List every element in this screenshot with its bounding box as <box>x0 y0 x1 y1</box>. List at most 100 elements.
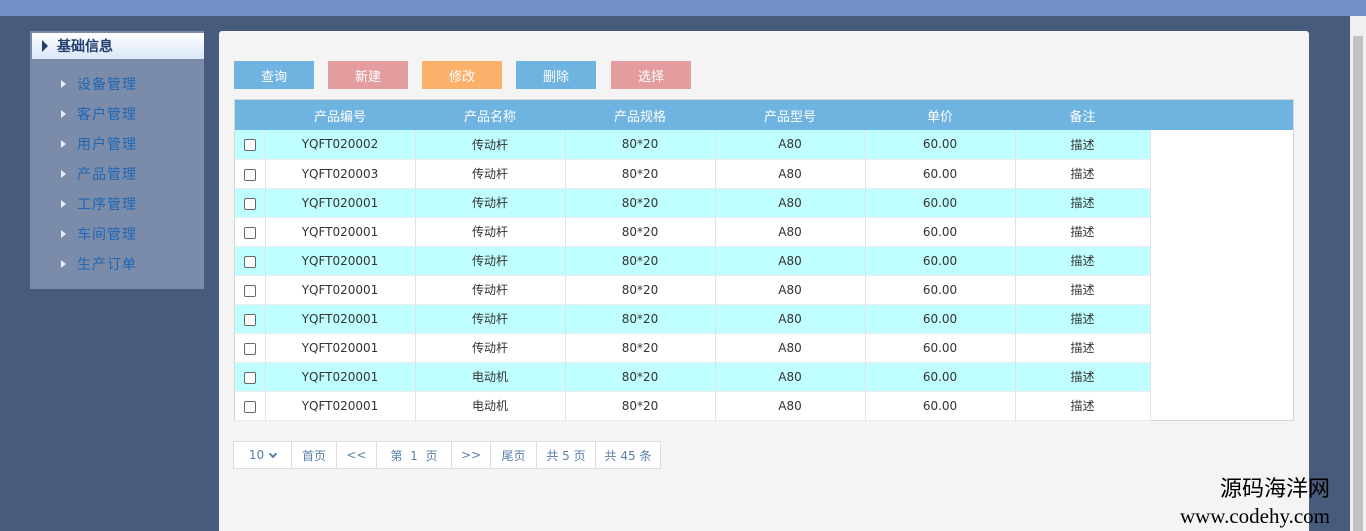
table-cell: 描述 <box>1015 333 1151 363</box>
row-select-cell <box>235 246 266 276</box>
table-cell: YQFT020001 <box>265 246 416 276</box>
page-size-select[interactable]: 10 <box>234 442 292 468</box>
row-select-cell <box>235 159 266 189</box>
row-checkbox[interactable] <box>243 342 256 355</box>
column-header: 产品型号 <box>763 109 816 125</box>
table-row[interactable]: YQFT020001 传动杆 80*20 A80 60.00 描述 <box>235 217 1151 247</box>
table-row[interactable]: YQFT020001 传动杆 80*20 A80 60.00 描述 <box>235 188 1151 218</box>
edit-button[interactable]: 修改 <box>422 61 502 89</box>
column-header: 单价 <box>926 109 953 125</box>
table-row[interactable]: YQFT020001 传动杆 80*20 A80 60.00 描述 <box>235 275 1151 305</box>
sidebar-item-customer[interactable]: 客户管理 <box>30 99 204 129</box>
product-table: 产品编号 产品名称 产品规格 产品型号 单价 备注 YQFT020002 传动杆 80*20 A… <box>234 99 1294 421</box>
table-cell: 描述 <box>1015 130 1151 160</box>
table-cell: 80*20 <box>565 130 716 160</box>
sidebar-item-label: 车间管理 <box>77 227 137 243</box>
delete-button[interactable]: 删除 <box>516 61 596 89</box>
table-row[interactable]: YQFT020001 传动杆 80*20 A80 60.00 描述 <box>235 246 1151 276</box>
caret-right-icon <box>61 140 66 148</box>
row-checkbox[interactable] <box>243 255 256 268</box>
table-cell: 描述 <box>1015 362 1151 392</box>
table-cell: A80 <box>715 275 866 305</box>
select-column-header <box>235 100 265 130</box>
row-select-cell <box>235 217 266 247</box>
table-cell: YQFT020003 <box>265 159 416 189</box>
row-checkbox[interactable] <box>243 226 256 239</box>
last-page-button[interactable]: 尾页 <box>491 442 537 468</box>
table-cell: 传动杆 <box>415 304 566 334</box>
sidebar-item-product[interactable]: 产品管理 <box>30 159 204 189</box>
first-page-button[interactable]: 首页 <box>292 442 337 468</box>
table-cell: 传动杆 <box>415 188 566 218</box>
row-select-cell <box>235 275 266 305</box>
table-cell: 80*20 <box>565 333 716 363</box>
table-cell: 传动杆 <box>415 246 566 276</box>
sidebar-item-workshop[interactable]: 车间管理 <box>30 219 204 249</box>
row-checkbox[interactable] <box>243 313 256 326</box>
table-cell: YQFT020001 <box>265 188 416 218</box>
table-cell: 60.00 <box>865 391 1016 421</box>
row-checkbox[interactable] <box>243 197 256 210</box>
query-button[interactable]: 查询 <box>234 61 314 89</box>
sidebar-item-process[interactable]: 工序管理 <box>30 189 204 219</box>
sidebar-item-user[interactable]: 用户管理 <box>30 129 204 159</box>
table-cell: 60.00 <box>865 188 1016 218</box>
table-cell: 描述 <box>1015 304 1151 334</box>
table-cell: YQFT020001 <box>265 362 416 392</box>
caret-right-icon <box>61 110 66 118</box>
sidebar-header-label: 基础信息 <box>57 39 113 55</box>
sidebar-item-label: 设备管理 <box>77 77 137 93</box>
table-row[interactable]: YQFT020001 传动杆 80*20 A80 60.00 描述 <box>235 333 1151 363</box>
row-select-cell <box>235 304 266 334</box>
sidebar-item-equipment[interactable]: 设备管理 <box>30 69 204 99</box>
new-button[interactable]: 新建 <box>328 61 408 89</box>
row-checkbox[interactable] <box>243 400 256 413</box>
sidebar-item-label: 工序管理 <box>77 197 137 213</box>
row-select-cell <box>235 362 266 392</box>
table-cell: A80 <box>715 159 866 189</box>
scrollbar-thumb[interactable] <box>1353 36 1363 531</box>
table-cell: YQFT020001 <box>265 217 416 247</box>
table-cell: A80 <box>715 188 866 218</box>
sidebar-header[interactable]: 基础信息 <box>32 33 204 59</box>
sidebar: 基础信息 设备管理客户管理 用户管理产品管理工序管理车间管理生产订单 <box>30 31 204 289</box>
page-size-value: 10 <box>248 448 265 462</box>
table-row[interactable]: YQFT020001 传动杆 80*20 A80 60.00 描述 <box>235 304 1151 334</box>
row-checkbox[interactable] <box>243 139 256 152</box>
table-cell: 80*20 <box>565 217 716 247</box>
table-row[interactable]: YQFT020002 传动杆 80*20 A80 60.00 描述 <box>235 130 1151 160</box>
table-row[interactable]: YQFT020001 电动机 80*20 A80 60.00 描述 <box>235 391 1151 421</box>
row-checkbox[interactable] <box>243 168 256 181</box>
select-button[interactable]: 选择 <box>611 61 691 89</box>
table-cell: A80 <box>715 391 866 421</box>
sidebar-menu: 设备管理客户管理 用户管理产品管理工序管理车间管理生产订单 <box>30 69 204 279</box>
table-cell: 描述 <box>1015 275 1151 305</box>
table-cell: YQFT020002 <box>265 130 416 160</box>
table-cell: YQFT020001 <box>265 333 416 363</box>
table-cell: 传动杆 <box>415 130 566 160</box>
table-cell: 60.00 <box>865 333 1016 363</box>
caret-right-icon <box>61 170 66 178</box>
row-checkbox[interactable] <box>243 284 256 297</box>
table-cell: 电动机 <box>415 362 566 392</box>
sidebar-item-label: 产品管理 <box>77 167 137 183</box>
table-row[interactable]: YQFT020001 电动机 80*20 A80 60.00 描述 <box>235 362 1151 392</box>
table-cell: 传动杆 <box>415 333 566 363</box>
current-page-indicator: 第 1 页 <box>377 442 452 468</box>
table-cell: 80*20 <box>565 246 716 276</box>
column-header: 产品编号 <box>313 109 366 125</box>
sidebar-item-order[interactable]: 生产订单 <box>30 249 204 279</box>
row-checkbox[interactable] <box>243 371 256 384</box>
table-cell: 描述 <box>1015 159 1151 189</box>
table-cell: 80*20 <box>565 362 716 392</box>
table-cell: 80*20 <box>565 304 716 334</box>
table-row[interactable]: YQFT020003 传动杆 80*20 A80 60.00 描述 <box>235 159 1151 189</box>
row-select-cell <box>235 391 266 421</box>
caret-right-icon <box>61 200 66 208</box>
table-cell: 60.00 <box>865 130 1016 160</box>
row-select-cell <box>235 333 266 363</box>
next-page-button[interactable]: >> <box>452 442 491 468</box>
prev-page-button[interactable]: << <box>337 442 377 468</box>
total-pages: 共 5 页 <box>537 442 596 468</box>
caret-right-icon <box>42 40 48 52</box>
